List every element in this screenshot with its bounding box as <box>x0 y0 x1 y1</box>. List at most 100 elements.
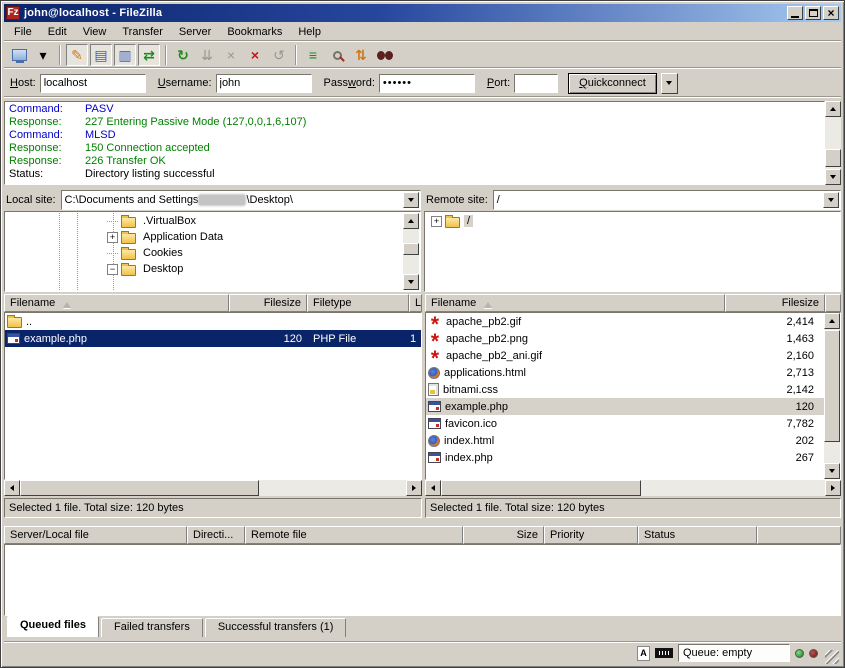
column-header-server-local-file[interactable]: Server/Local file <box>4 526 187 544</box>
scroll-right-button[interactable] <box>825 480 841 496</box>
synchronized-browsing-button[interactable]: ⇅ <box>350 44 372 66</box>
remote-path-dropdown-button[interactable] <box>823 192 839 208</box>
file-row-selected[interactable]: example.php120 <box>426 398 824 415</box>
file-row[interactable]: apache_pb2.gif2,414 <box>426 313 824 330</box>
password-input[interactable] <box>379 74 475 93</box>
file-row[interactable]: apache_pb2.png1,463 <box>426 330 824 347</box>
tree-item-root[interactable]: +/ <box>426 213 839 229</box>
toggle-local-tree-button[interactable]: ▤ <box>90 44 112 66</box>
scroll-left-button[interactable] <box>425 480 441 496</box>
process-queue-button[interactable]: ⇊ <box>196 44 218 66</box>
scroll-up-button[interactable] <box>824 313 840 329</box>
menu-help[interactable]: Help <box>290 24 329 40</box>
column-header-priority[interactable]: Priority <box>544 526 638 544</box>
column-header-filename[interactable]: Filename <box>425 294 725 312</box>
tab-queued-files[interactable]: Queued files <box>7 616 99 637</box>
log-scrollbar[interactable] <box>825 101 841 185</box>
file-row[interactable]: index.html202 <box>426 432 824 449</box>
file-row[interactable]: apache_pb2_ani.gif2,160 <box>426 347 824 364</box>
column-header-status[interactable]: Status <box>638 526 757 544</box>
expand-plus-icon[interactable]: + <box>107 232 118 243</box>
remote-path-combobox[interactable]: / <box>493 190 841 210</box>
refresh-button[interactable]: ↻ <box>172 44 194 66</box>
port-label: Port: <box>487 77 510 89</box>
scroll-thumb[interactable] <box>20 480 259 496</box>
ico-file-icon <box>428 418 441 429</box>
column-header-filetype[interactable]: Filetype <box>307 294 409 312</box>
tree-item-application-data[interactable]: +Application Data <box>6 229 403 245</box>
scroll-thumb[interactable] <box>403 243 419 255</box>
file-row[interactable]: favicon.ico7,782 <box>426 415 824 432</box>
local-path-dropdown-button[interactable] <box>403 192 419 208</box>
menu-edit[interactable]: Edit <box>40 24 75 40</box>
username-input[interactable] <box>216 74 312 93</box>
cancel-operation-button[interactable]: × <box>220 44 242 66</box>
file-row-example-php[interactable]: example.php 120 PHP File 1 <box>5 330 421 347</box>
menu-bookmarks[interactable]: Bookmarks <box>219 24 290 40</box>
menu-file[interactable]: File <box>6 24 40 40</box>
expand-plus-icon[interactable]: + <box>431 216 442 227</box>
host-input[interactable] <box>40 74 146 93</box>
column-header-filename[interactable]: Filename <box>4 294 229 312</box>
close-button[interactable]: × <box>823 6 839 20</box>
scroll-down-button[interactable] <box>403 274 419 290</box>
scroll-up-button[interactable] <box>825 101 841 117</box>
collapse-minus-icon[interactable]: − <box>107 264 118 275</box>
file-row[interactable]: applications.html2,713 <box>426 364 824 381</box>
menu-server[interactable]: Server <box>171 24 219 40</box>
tree-item-desktop[interactable]: −Desktop <box>6 261 403 277</box>
reconnect-button[interactable]: ↺ <box>268 44 290 66</box>
tab-successful-transfers[interactable]: Successful transfers (1) <box>205 618 347 637</box>
toggle-message-log-button[interactable]: ✎ <box>66 44 88 66</box>
message-log[interactable]: Command:PASV Response:227 Entering Passi… <box>4 101 825 185</box>
toggle-queue-button[interactable]: ⇄ <box>138 44 160 66</box>
menu-transfer[interactable]: Transfer <box>114 24 171 40</box>
scroll-thumb[interactable] <box>824 330 840 442</box>
column-header-last-modified[interactable]: L <box>409 294 422 312</box>
file-row[interactable]: bitnami.css2,142 <box>426 381 824 398</box>
column-header-filesize[interactable]: Filesize <box>725 294 825 312</box>
site-manager-icon <box>12 49 27 61</box>
port-input[interactable] <box>514 74 558 93</box>
local-path-combobox[interactable]: C:\Documents and Settings\Desktop\ <box>61 190 421 210</box>
toggle-remote-tree-button[interactable]: ▥ <box>114 44 136 66</box>
column-header-filesize[interactable]: Filesize <box>229 294 307 312</box>
html-file-icon <box>428 367 440 379</box>
scroll-up-button[interactable] <box>403 213 419 229</box>
tree-item-cookies[interactable]: Cookies <box>6 245 403 261</box>
resize-grip[interactable] <box>825 650 839 664</box>
data-type-icon[interactable]: A <box>637 646 650 661</box>
scroll-down-button[interactable] <box>825 169 841 185</box>
remote-list-scrollbar[interactable] <box>824 313 840 479</box>
quickconnect-button[interactable]: Quickconnect <box>568 73 657 94</box>
scroll-left-button[interactable] <box>4 480 20 496</box>
column-header-remote-file[interactable]: Remote file <box>245 526 463 544</box>
remote-list-hscrollbar[interactable] <box>425 480 841 496</box>
find-files-button[interactable] <box>374 44 396 66</box>
scroll-right-button[interactable] <box>406 480 422 496</box>
directory-comparison-button[interactable] <box>326 44 348 66</box>
minimize-button[interactable] <box>787 6 803 20</box>
transfer-queue-header: Server/Local file Directi... Remote file… <box>4 526 841 544</box>
column-header-size[interactable]: Size <box>463 526 544 544</box>
file-row-updir[interactable]: .. <box>5 313 421 330</box>
local-tree-scrollbar[interactable] <box>403 213 419 290</box>
site-manager-dropdown-button[interactable]: ▾ <box>32 44 54 66</box>
tree-item-virtualbox[interactable]: .VirtualBox <box>6 213 403 229</box>
file-row[interactable]: index.php267 <box>426 449 824 466</box>
menu-view[interactable]: View <box>75 24 115 40</box>
speed-limit-icon[interactable] <box>655 648 673 658</box>
maximize-button[interactable] <box>805 6 821 20</box>
site-manager-button[interactable] <box>8 44 30 66</box>
directory-filters-button[interactable]: ≡ <box>302 44 324 66</box>
tab-failed-transfers[interactable]: Failed transfers <box>101 618 203 637</box>
log-line: Response:227 Entering Passive Mode (127,… <box>9 116 824 129</box>
column-header-direction[interactable]: Directi... <box>187 526 245 544</box>
scroll-thumb[interactable] <box>441 480 641 496</box>
scroll-thumb[interactable] <box>825 149 841 167</box>
transfer-queue-list[interactable] <box>4 544 841 616</box>
local-list-hscrollbar[interactable] <box>4 480 422 496</box>
scroll-down-button[interactable] <box>824 463 840 479</box>
quickconnect-dropdown-button[interactable] <box>661 73 678 94</box>
disconnect-button[interactable]: × <box>244 44 266 66</box>
